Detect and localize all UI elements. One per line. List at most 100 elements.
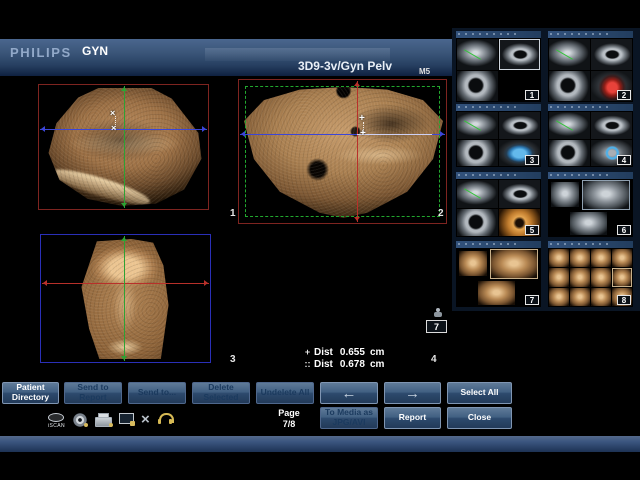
printer-status-dot: [109, 423, 113, 427]
thumbnail-3[interactable]: 3: [456, 104, 541, 167]
report-button[interactable]: Report: [384, 407, 441, 429]
thumbnail-header: [548, 172, 633, 179]
thumb-cell: [591, 249, 611, 267]
network-transfer-icon[interactable]: [119, 413, 133, 425]
iscan-glyph: [48, 413, 64, 422]
thumbnail-header: [548, 104, 633, 111]
caliper-x-icon: ×: [111, 123, 116, 133]
quadrant-number-2: 2: [438, 208, 444, 219]
send-to-report-button[interactable]: Send to Report: [64, 382, 122, 404]
to-media-button[interactable]: To Media as JPG/AVI: [320, 407, 378, 429]
red-axis-line: [42, 283, 209, 284]
thumb-sub-image: [570, 212, 607, 236]
caliper-marker-icon: ::: [301, 359, 314, 369]
delete-selected-button[interactable]: Delete Selected: [192, 382, 250, 404]
thumbnail-number-badge: 8: [617, 295, 631, 305]
green-dashed-roi-box: [245, 86, 440, 217]
green-arrow-icon: [121, 234, 127, 241]
red-axis-line: [357, 81, 358, 222]
thumb-quad: [591, 39, 632, 70]
thumb-quad: [457, 112, 498, 139]
measurement-readout: + Dist 0.655 cm :: Dist 0.678 cm: [301, 346, 384, 370]
page-value: 7/8: [263, 419, 315, 430]
thumbnail-7[interactable]: 7: [456, 241, 541, 307]
select-all-button[interactable]: Select All: [447, 382, 512, 404]
thumb-cell: [549, 249, 569, 267]
thumb-cell: [591, 288, 611, 306]
close-button[interactable]: Close: [447, 407, 512, 429]
page-label: Page: [263, 408, 315, 419]
thumbnail-5[interactable]: 5: [456, 172, 541, 237]
quadrant-number-3: 3: [230, 354, 236, 365]
red-arrow-icon: [354, 79, 360, 86]
patient-directory-button[interactable]: Patient Directory: [2, 382, 59, 404]
quadrant-2-image[interactable]: + +: [238, 79, 447, 224]
caliper-marker-icon: +: [301, 347, 314, 357]
green-axis-line: [124, 86, 125, 208]
thumbnail-header: [456, 172, 541, 179]
ultrasound-fan-sagittal: [47, 88, 203, 206]
thumbnail-sidebar: 1 2 3: [452, 28, 640, 311]
quadrant-number-1: 1: [230, 208, 236, 219]
thumbnail-number-badge: 5: [525, 225, 539, 235]
blue-arrow-icon: [202, 126, 209, 132]
thumb-quad: [457, 71, 498, 102]
bottom-status-band: [0, 436, 640, 452]
headset-icon[interactable]: [158, 413, 172, 425]
red-arrow-icon: [354, 217, 360, 224]
thumbnail-header: [456, 104, 541, 111]
undelete-all-button[interactable]: Undelete All: [256, 382, 314, 404]
study-type-label: GYN: [82, 44, 108, 58]
thumbnail-2[interactable]: 2: [548, 31, 633, 102]
image-counter-icon: [434, 308, 443, 318]
thumbnail-8[interactable]: 8: [548, 241, 633, 307]
thumbnail-4[interactable]: 4: [548, 104, 633, 167]
thumbnail-number-badge: 7: [525, 295, 539, 305]
measurement-line: [357, 134, 432, 135]
thumb-quad-selected: [499, 39, 540, 70]
blue-axis-line: [40, 129, 207, 130]
green-axis-line: [124, 236, 125, 361]
thumbnail-header: [548, 241, 633, 248]
quadrant-1-image[interactable]: × ×: [38, 84, 209, 210]
quadrant-number-4: 4: [431, 354, 437, 365]
transducer-preset-title: 3D9-3v/Gyn Pelv: [245, 59, 445, 73]
thumb-quad: [549, 140, 590, 167]
blue-arrow-icon: [38, 126, 45, 132]
send-to-button[interactable]: Send to...: [128, 382, 186, 404]
right-arrow-icon: →: [405, 386, 420, 401]
thumb-quad: [457, 180, 498, 208]
thumbnail-header: [456, 31, 541, 38]
next-page-button[interactable]: →: [384, 382, 441, 404]
thumbnail-number-badge: 4: [617, 155, 631, 165]
thumb-quad: [549, 71, 590, 102]
thumbnail-number-badge: 3: [525, 155, 539, 165]
thumbnail-header: [548, 31, 633, 38]
disc-media-icon[interactable]: [73, 413, 87, 427]
caliper-x-icon: ×: [110, 108, 115, 118]
ultrasound-screen: PHILIPS GYN 3D9-3v/Gyn Pelv M5 × × + +: [0, 0, 640, 480]
mi-label: M5: [419, 67, 430, 76]
thumbnail-1[interactable]: 1: [456, 31, 541, 102]
header-bar: PHILIPS GYN 3D9-3v/Gyn Pelv: [0, 39, 452, 76]
thumb-cell: [591, 268, 611, 286]
iscan-icon[interactable]: iSCAN: [48, 413, 65, 429]
thumbnail-6[interactable]: 6: [548, 172, 633, 237]
blue-arrow-icon: [440, 131, 447, 137]
thumb-sub-image: [490, 249, 538, 279]
thumb-quad: [549, 112, 590, 139]
printer-icon[interactable]: [95, 413, 111, 426]
red-arrow-icon: [204, 280, 211, 286]
thumb-quad: [591, 112, 632, 139]
previous-page-button[interactable]: ←: [320, 382, 378, 404]
thumb-cell: [612, 249, 632, 267]
thumb-quad: [457, 140, 498, 167]
green-arrow-icon: [121, 203, 127, 210]
measurement-line-2: :: Dist 0.678 cm: [301, 358, 384, 370]
disconnect-icon[interactable]: ×: [141, 413, 150, 426]
thumb-sub-image: [478, 281, 515, 305]
thumbnail-number-badge: 1: [525, 90, 539, 100]
quadrant-3-image[interactable]: [40, 234, 211, 363]
thumbnail-number-badge: 2: [617, 90, 631, 100]
thumb-quad: [499, 180, 540, 208]
